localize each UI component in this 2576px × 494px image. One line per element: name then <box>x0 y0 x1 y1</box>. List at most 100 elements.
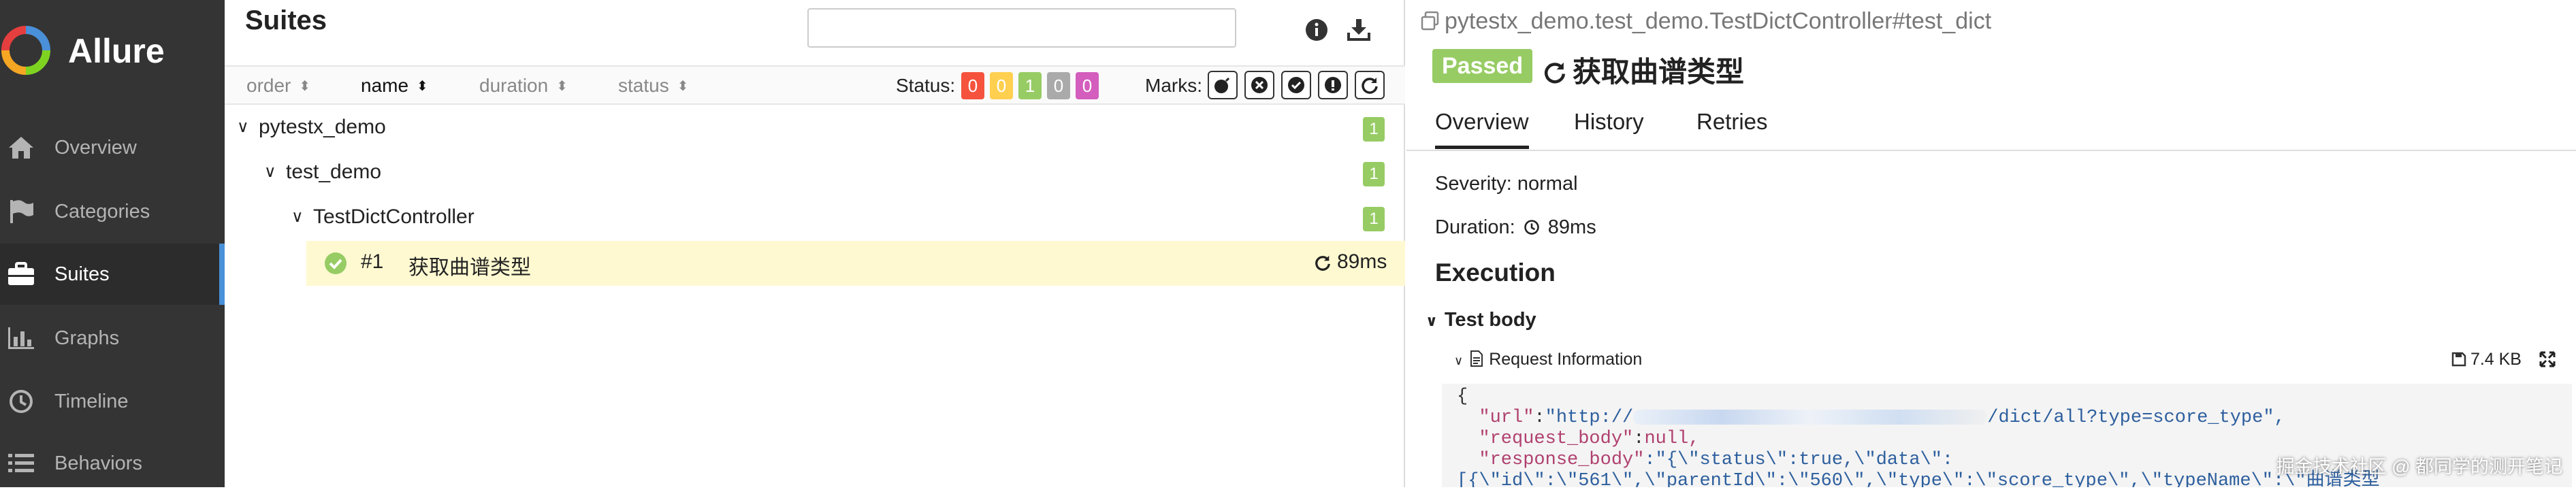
chevron-down-icon[interactable]: ∨ <box>291 207 304 227</box>
mark-flaky-button[interactable] <box>1208 71 1238 99</box>
sidebar-item-timeline[interactable]: Timeline <box>0 371 225 432</box>
status-failed-badge[interactable]: 0 <box>961 72 984 99</box>
check-circle-icon <box>1288 77 1304 93</box>
sort-label: duration <box>479 75 549 96</box>
times-circle-icon <box>1251 77 1268 93</box>
refresh-icon <box>1315 255 1330 271</box>
sidebar-item-label: Suites <box>54 263 110 285</box>
code-value: "http:// <box>1545 408 1634 428</box>
mark-new-broken-button[interactable] <box>1318 71 1348 99</box>
test-case-row[interactable]: #1 获取曲谱类型 89ms <box>306 241 1405 286</box>
expand-icon[interactable] <box>2539 351 2556 367</box>
code-value: null, <box>1644 429 1700 449</box>
test-body-toggle[interactable]: ∨ Test body <box>1426 309 1536 331</box>
sort-name[interactable]: name ⬍ <box>361 75 428 97</box>
brand-name: Allure <box>68 32 165 70</box>
tree-node-test-demo[interactable]: ∨ test_demo 1 <box>225 151 1405 196</box>
test-body-label: Test body <box>1444 309 1536 331</box>
bar-chart-icon <box>5 323 37 354</box>
testcase-full-name[interactable]: pytestx_demo.test_demo.TestDictControlle… <box>1420 8 1991 35</box>
sidebar-item-label: Timeline <box>54 390 129 412</box>
duration-row: Duration: 89ms <box>1435 216 1596 239</box>
test-case-number: #1 <box>361 250 384 273</box>
chevron-down-icon[interactable]: ∨ <box>264 162 276 182</box>
sort-arrows-icon: ⬍ <box>417 79 428 94</box>
sidebar-item-graphs[interactable]: Graphs <box>0 308 225 369</box>
check-circle-icon <box>325 252 347 274</box>
sidebar-item-behaviors[interactable]: Behaviors <box>0 433 225 494</box>
sidebar-item-categories[interactable]: Categories <box>0 181 225 242</box>
refresh-icon <box>1362 78 1378 94</box>
status-broken-badge[interactable]: 0 <box>990 72 1013 99</box>
sort-arrows-icon: ⬍ <box>556 79 568 94</box>
sidebar: Allure Overview Categories Suites Graphs… <box>0 0 225 487</box>
tree-node-pytestx-demo[interactable]: ∨ pytestx_demo 1 <box>225 106 1405 151</box>
sort-label: name <box>361 75 409 96</box>
sort-status[interactable]: status ⬍ <box>618 75 688 97</box>
code-key: "response_body" <box>1479 450 1645 470</box>
status-unknown-badge[interactable]: 0 <box>1076 72 1099 99</box>
home-icon <box>5 132 37 163</box>
attachment-size: 7.4 KB <box>2451 350 2522 369</box>
sort-order[interactable]: order ⬍ <box>246 75 310 97</box>
status-passed-badge[interactable]: 1 <box>1018 72 1042 99</box>
tree-node-label: test_demo <box>286 161 382 183</box>
code-key: "url" <box>1479 408 1534 428</box>
briefcase-icon <box>5 259 37 290</box>
sidebar-item-label: Categories <box>54 200 150 223</box>
sort-duration[interactable]: duration ⬍ <box>479 75 568 97</box>
duration-value: 89ms <box>1547 216 1596 238</box>
copy-icon[interactable] <box>1420 11 1440 31</box>
status-label: Status: <box>896 75 956 96</box>
sidebar-item-label: Overview <box>54 136 137 159</box>
info-button[interactable] <box>1300 14 1333 46</box>
mark-retries-button[interactable] <box>1355 71 1385 99</box>
page-title: Suites <box>245 5 327 35</box>
tree-node-label: pytestx_demo <box>259 116 386 138</box>
sort-arrows-icon: ⬍ <box>677 79 689 94</box>
testcase-title: 获取曲谱类型 <box>1543 49 1744 90</box>
download-button[interactable] <box>1342 14 1375 46</box>
save-icon <box>2451 352 2466 367</box>
watermark: 掘金技术社区 @ 都同学的测开笔记 <box>2276 457 2562 477</box>
code-value: /dict/all?type=score_type", <box>1987 408 2285 428</box>
mark-new-passed-button[interactable] <box>1281 71 1311 99</box>
file-text-icon <box>1470 350 1483 367</box>
suites-pane: Suites order ⬍ name ⬍ duration ⬍ status ⬍ St… <box>225 0 1405 487</box>
sort-label: order <box>246 75 291 96</box>
bomb-icon <box>1214 77 1230 93</box>
search-input[interactable] <box>807 8 1236 48</box>
brand-row[interactable]: Allure <box>0 14 225 88</box>
redacted-region <box>1633 409 1988 425</box>
flag-icon <box>5 196 37 227</box>
exclamation-circle-icon <box>1325 77 1341 93</box>
chevron-down-icon: ∨ <box>1426 312 1438 329</box>
tree-node-testdictcontroller[interactable]: ∨ TestDictController 1 <box>225 196 1405 241</box>
sidebar-item-suites[interactable]: Suites <box>0 244 225 305</box>
info-icon <box>1306 19 1327 41</box>
testcase-pane: pytestx_demo.test_demo.TestDictControlle… <box>1406 0 2576 487</box>
severity: Severity: normal <box>1435 173 1578 195</box>
chevron-down-icon: ∨ <box>1454 354 1464 367</box>
attachment-size-value: 7.4 KB <box>2470 350 2522 369</box>
tab-retries[interactable]: Retries <box>1696 109 1768 135</box>
attachment-name: Request Information <box>1489 350 1643 369</box>
passed-count-badge: 1 <box>1363 117 1385 142</box>
attachment-toggle[interactable]: ∨ Request Information <box>1454 350 1642 369</box>
tab-overview[interactable]: Overview <box>1435 109 1529 149</box>
testcase-name: 获取曲谱类型 <box>1573 56 1745 88</box>
sidebar-item-label: Graphs <box>54 327 120 349</box>
test-case-duration: 89ms <box>1337 250 1387 273</box>
tab-history[interactable]: History <box>1574 109 1644 135</box>
refresh-icon <box>1544 62 1566 84</box>
status-skipped-badge[interactable]: 0 <box>1047 72 1070 99</box>
sidebar-item-label: Behaviors <box>54 452 142 474</box>
allure-logo-icon <box>1 26 50 75</box>
full-name-label: pytestx_demo.test_demo.TestDictControlle… <box>1445 8 1992 34</box>
mark-new-failed-button[interactable] <box>1244 71 1274 99</box>
tree-node-label: TestDictController <box>313 205 474 228</box>
chevron-down-icon[interactable]: ∨ <box>237 117 249 137</box>
sort-label: status <box>618 75 669 96</box>
sidebar-item-overview[interactable]: Overview <box>0 117 225 178</box>
list-icon <box>5 448 37 479</box>
